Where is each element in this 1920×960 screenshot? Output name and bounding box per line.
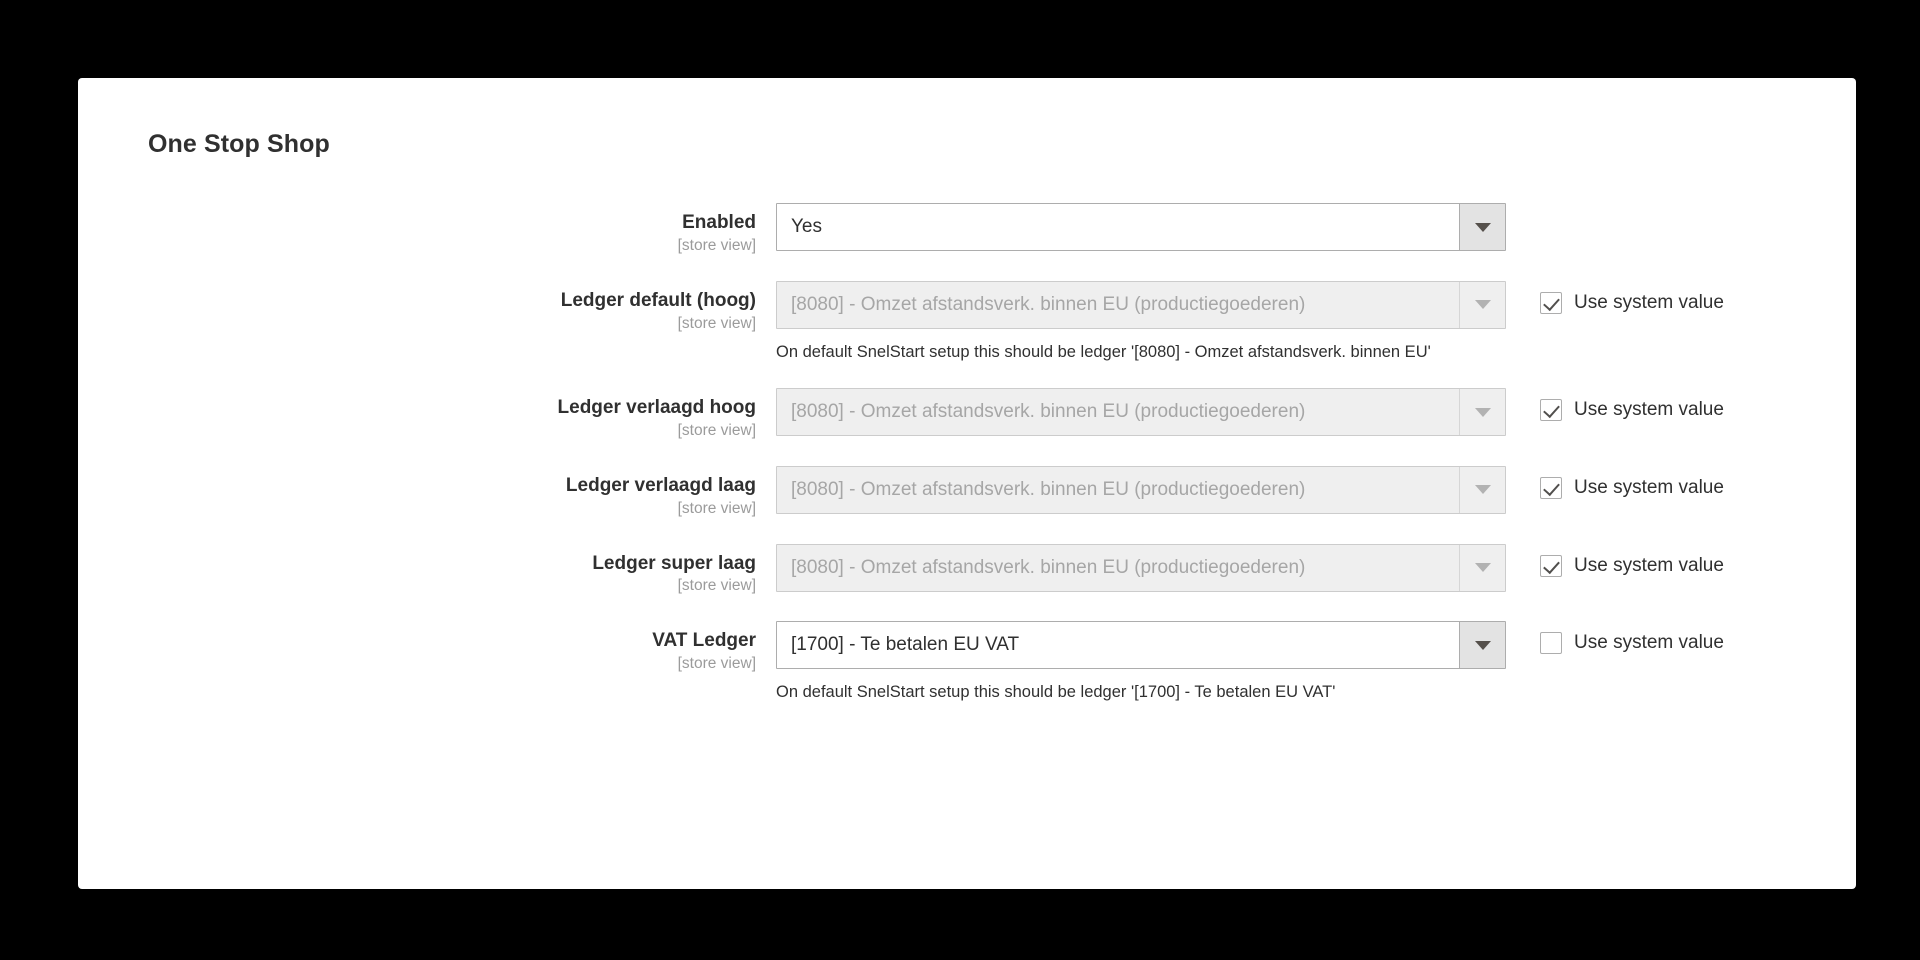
field-label-vat-ledger: VAT Ledger [store view] bbox=[78, 621, 776, 675]
chevron-down-glyph bbox=[1474, 407, 1491, 417]
select-value-ledger-super-laag: [8080] - Omzet afstandsverk. binnen EU (… bbox=[791, 556, 1306, 578]
select-value-ledger-verlaagd-laag: [8080] - Omzet afstandsverk. binnen EU (… bbox=[791, 478, 1306, 500]
check-icon[interactable] bbox=[1540, 399, 1562, 422]
field-scope-text: [store view] bbox=[677, 499, 756, 517]
use-system-value-label: Use system value bbox=[1574, 291, 1724, 313]
field-label-ledger-super-laag: Ledger super laag [store view] bbox=[78, 544, 776, 598]
use-system-value-ledger-verlaagd-hoog[interactable]: Use system value bbox=[1506, 388, 1724, 422]
chevron-down-icon[interactable] bbox=[1459, 204, 1505, 250]
field-label-text: Enabled bbox=[682, 212, 756, 233]
field-row-ledger-verlaagd-hoog: Ledger verlaagd hoog [store view] [8080] -… bbox=[78, 388, 1856, 442]
select-vat-ledger[interactable]: [1700] - Te betalen EU VAT bbox=[776, 621, 1506, 670]
chevron-down-icon[interactable] bbox=[1459, 622, 1505, 669]
select-value-ledger-verlaagd-hoog: [8080] - Omzet afstandsverk. binnen EU (… bbox=[791, 401, 1306, 423]
screen-root: One Stop Shop Enabled [store view] Yes Use … bbox=[0, 0, 1920, 960]
select-value-enabled: Yes bbox=[791, 216, 822, 237]
select-enabled[interactable]: Yes bbox=[776, 203, 1506, 251]
chevron-down-icon bbox=[1459, 544, 1505, 591]
checkbox-empty[interactable] bbox=[1540, 632, 1562, 655]
field-label-ledger-verlaagd-laag: Ledger verlaagd laag [store view] bbox=[78, 466, 776, 520]
use-system-value-vat-ledger[interactable]: Use system value bbox=[1506, 621, 1724, 655]
chevron-down-icon bbox=[1459, 389, 1505, 436]
use-system-value-ledger-super-laag[interactable]: Use system value bbox=[1506, 544, 1724, 577]
use-system-value-label: Use system value bbox=[1574, 554, 1724, 576]
chevron-down-glyph bbox=[1474, 222, 1491, 232]
field-row-ledger-super-laag: Ledger super laag [store view] [8080] - Om… bbox=[78, 543, 1856, 598]
field-scope-text: [store view] bbox=[677, 236, 756, 254]
settings-card: One Stop Shop Enabled [store view] Yes Use … bbox=[78, 78, 1856, 889]
select-ledger-default-hoog: [8080] - Omzet afstandsverk. binnen EU (… bbox=[776, 280, 1506, 329]
chevron-down-icon bbox=[1459, 281, 1505, 328]
one-stop-shop-form: Enabled[store view]YesUse system valueLe… bbox=[78, 203, 1856, 729]
select-wrapper-ledger-verlaagd-hoog: [8080] - Omzet afstandsverk. binnen EU (… bbox=[776, 388, 1506, 437]
field-control-ledger-verlaagd-laag: [8080] - Omzet afstandsverk. binnen EU (… bbox=[776, 465, 1506, 514]
chevron-down-icon bbox=[1459, 466, 1505, 513]
page-title: One Stop Shop bbox=[148, 130, 330, 158]
field-label-enabled: Enabled [store view] bbox=[78, 203, 776, 257]
select-wrapper-ledger-verlaagd-laag: [8080] - Omzet afstandsverk. binnen EU (… bbox=[776, 465, 1506, 514]
chevron-down-glyph bbox=[1474, 300, 1491, 310]
select-ledger-verlaagd-hoog: [8080] - Omzet afstandsverk. binnen EU (… bbox=[776, 388, 1506, 437]
select-wrapper-enabled: Yes bbox=[776, 203, 1506, 251]
select-wrapper-vat-ledger: [1700] - Te betalen EU VAT bbox=[776, 621, 1506, 670]
field-label-text: VAT Ledger bbox=[652, 630, 756, 652]
use-system-value-ledger-default-hoog[interactable]: Use system value bbox=[1506, 281, 1724, 314]
use-system-value-label: Use system value bbox=[1574, 399, 1724, 421]
field-control-enabled: Yes bbox=[776, 203, 1506, 251]
use-system-value-label: Use system value bbox=[1574, 632, 1724, 654]
chevron-down-glyph bbox=[1474, 563, 1491, 573]
field-label-ledger-verlaagd-hoog: Ledger verlaagd hoog [store view] bbox=[78, 388, 776, 442]
check-icon[interactable] bbox=[1540, 476, 1562, 499]
field-label-text: Ledger super laag bbox=[592, 552, 756, 574]
field-label-text: Ledger default (hoog) bbox=[560, 289, 756, 311]
field-control-ledger-verlaagd-hoog: [8080] - Omzet afstandsverk. binnen EU (… bbox=[776, 388, 1506, 437]
check-icon[interactable] bbox=[1540, 554, 1562, 577]
field-row-vat-ledger: VAT Ledger [store view] [1700] - Te betale… bbox=[78, 621, 1856, 704]
select-wrapper-ledger-default-hoog: [8080] - Omzet afstandsverk. binnen EU (… bbox=[776, 280, 1506, 329]
select-ledger-super-laag: [8080] - Omzet afstandsverk. binnen EU (… bbox=[776, 543, 1506, 592]
field-scope-text: [store view] bbox=[677, 655, 756, 673]
field-control-ledger-super-laag: [8080] - Omzet afstandsverk. binnen EU (… bbox=[776, 543, 1506, 592]
field-label-text: Ledger verlaagd laag bbox=[565, 474, 756, 496]
field-label-ledger-default-hoog: Ledger default (hoog) [store view] bbox=[78, 281, 776, 335]
use-system-value-label: Use system value bbox=[1574, 476, 1724, 498]
field-comment-ledger-default-hoog: On default SnelStart setup this should b… bbox=[776, 342, 1431, 361]
field-scope-text: [store view] bbox=[677, 577, 756, 595]
field-row-enabled: Enabled[store view]YesUse system value bbox=[78, 203, 1856, 257]
field-scope-text: [store view] bbox=[677, 421, 756, 439]
field-control-vat-ledger: [1700] - Te betalen EU VAT On default Sne… bbox=[776, 621, 1506, 704]
select-value-ledger-default-hoog: [8080] - Omzet afstandsverk. binnen EU (… bbox=[791, 293, 1306, 315]
select-ledger-verlaagd-laag: [8080] - Omzet afstandsverk. binnen EU (… bbox=[776, 465, 1506, 514]
field-row-ledger-default-hoog: Ledger default (hoog) [store view] [8080] … bbox=[78, 280, 1856, 364]
chevron-down-glyph bbox=[1474, 640, 1491, 650]
select-value-vat-ledger: [1700] - Te betalen EU VAT bbox=[791, 634, 1020, 656]
use-system-value-ledger-verlaagd-laag[interactable]: Use system value bbox=[1506, 466, 1724, 499]
field-scope-text: [store view] bbox=[677, 314, 756, 332]
field-comment-vat-ledger: On default SnelStart setup this should b… bbox=[776, 683, 1336, 702]
field-control-ledger-default-hoog: [8080] - Omzet afstandsverk. binnen EU (… bbox=[776, 280, 1506, 364]
check-icon[interactable] bbox=[1540, 291, 1562, 314]
select-wrapper-ledger-super-laag: [8080] - Omzet afstandsverk. binnen EU (… bbox=[776, 543, 1506, 592]
chevron-down-glyph bbox=[1474, 485, 1491, 495]
field-label-text: Ledger verlaagd hoog bbox=[557, 397, 756, 419]
field-row-ledger-verlaagd-laag: Ledger verlaagd laag [store view] [8080] -… bbox=[78, 465, 1856, 520]
